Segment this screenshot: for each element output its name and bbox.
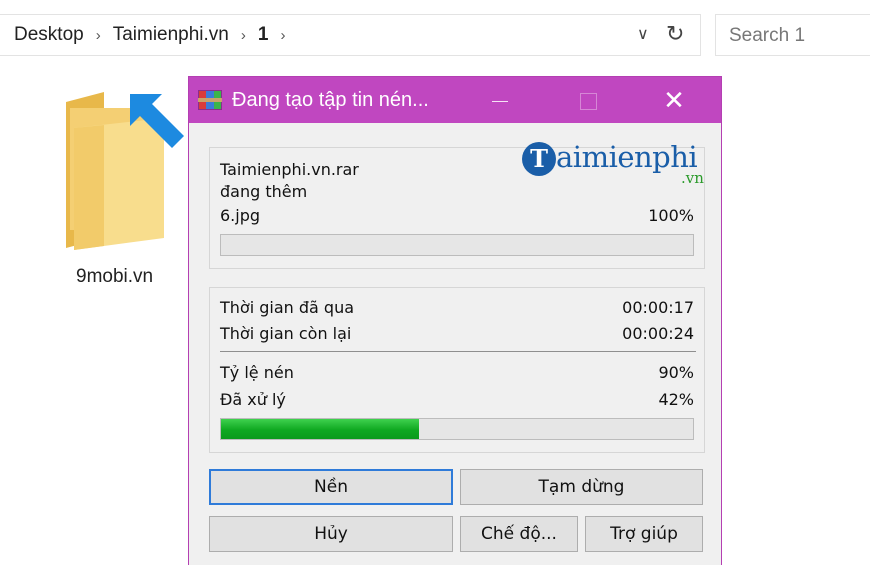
logo-text: aimienphi [556, 140, 698, 174]
maximize-icon [565, 77, 611, 123]
ratio-value: 90% [658, 363, 694, 382]
file-progress-fill [221, 235, 693, 255]
search-placeholder: Search 1 [729, 25, 806, 46]
help-button[interactable]: Trợ giúp [585, 516, 703, 552]
total-progress-fill [221, 419, 420, 439]
chevron-right-icon[interactable]: › [96, 27, 101, 44]
pause-button[interactable]: Tạm dừng [460, 469, 703, 505]
chevron-down-icon[interactable]: ∨ [637, 24, 649, 44]
search-input[interactable]: Search 1 [715, 14, 870, 56]
background-button[interactable]: Nền [209, 469, 453, 505]
chevron-right-icon[interactable]: › [241, 27, 246, 44]
total-progress-bar [220, 418, 694, 440]
mode-button[interactable]: Chế độ... [460, 516, 578, 552]
elapsed-value: 00:00:17 [622, 298, 694, 317]
archive-name: Taimienphi.vn.rar [220, 160, 359, 179]
chevron-right-icon[interactable]: › [280, 27, 285, 44]
remaining-label: Thời gian còn lại [220, 324, 352, 343]
winrar-icon [197, 88, 223, 112]
action-label: đang thêm [220, 182, 308, 201]
address-bar[interactable]: Desktop › Taimienphi.vn › 1 › ∨ ↻ [0, 14, 701, 56]
elapsed-label: Thời gian đã qua [220, 298, 355, 317]
breadcrumb-taimienphi[interactable]: Taimienphi.vn [111, 24, 231, 46]
refresh-icon[interactable]: ↻ [666, 21, 684, 47]
remaining-value: 00:00:24 [622, 324, 694, 343]
shortcut-arrow-icon [128, 92, 192, 170]
divider [220, 351, 696, 352]
processed-value: 42% [658, 390, 694, 409]
stats-group: Thời gian đã qua 00:00:17 Thời gian còn … [209, 287, 705, 453]
dialog-titlebar[interactable]: Đang tạo tập tin nén... ✕ [189, 77, 721, 123]
breadcrumb: Desktop › Taimienphi.vn › 1 › [12, 15, 295, 55]
cancel-button[interactable]: Hủy [209, 516, 453, 552]
logo-suffix: .vn [681, 169, 704, 187]
minimize-icon[interactable] [477, 77, 523, 123]
taimienphi-logo: T aimienphi .vn [522, 140, 722, 192]
close-icon[interactable]: ✕ [651, 77, 697, 123]
compression-dialog: Đang tạo tập tin nén... ✕ Taimienphi.vn.… [188, 76, 722, 565]
dialog-title: Đang tạo tập tin nén... [232, 89, 429, 111]
logo-initial: T [522, 142, 556, 176]
breadcrumb-current[interactable]: 1 [256, 24, 271, 46]
folder-label: 9mobi.vn [76, 266, 154, 287]
breadcrumb-desktop[interactable]: Desktop [12, 24, 86, 46]
file-percent: 100% [648, 206, 694, 225]
ratio-label: Tỷ lệ nén [220, 363, 294, 382]
current-file: 6.jpg [220, 206, 261, 225]
file-progress-bar [220, 234, 694, 256]
processed-label: Đã xử lý [220, 390, 286, 409]
